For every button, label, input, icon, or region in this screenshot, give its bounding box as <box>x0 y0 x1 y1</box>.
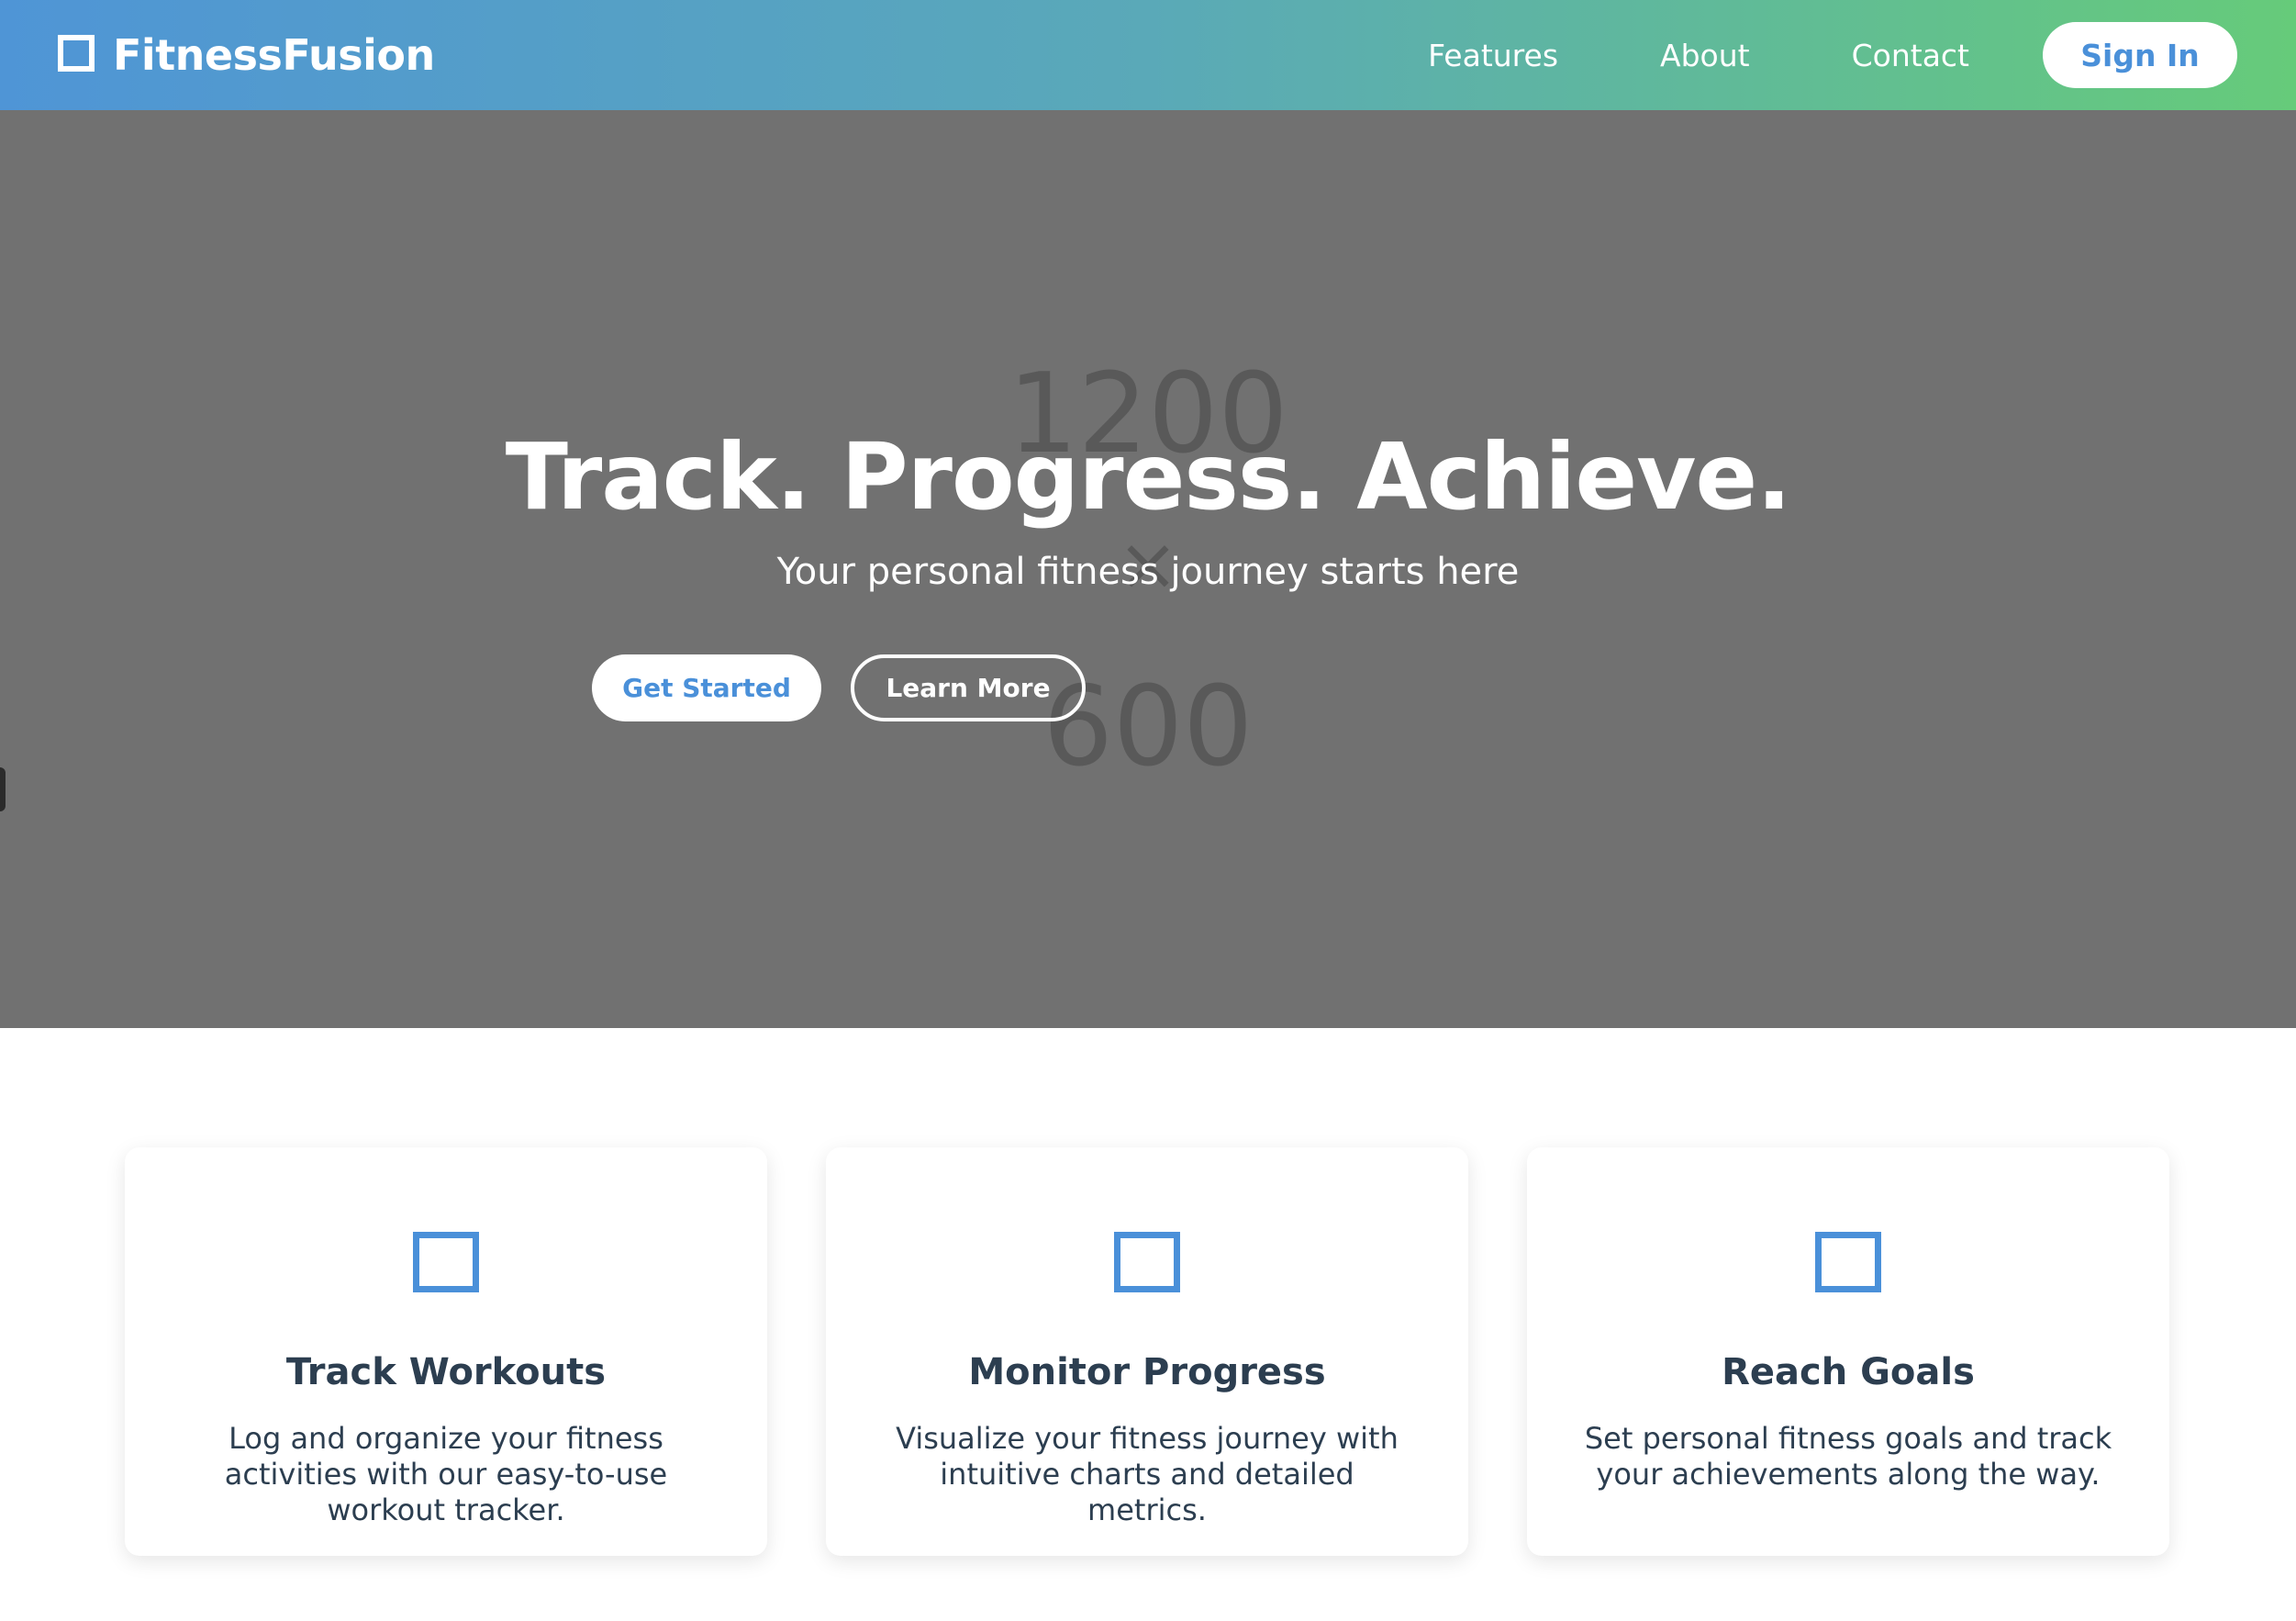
hero-section: 1200 × 600 Track. Progress. Achieve. You… <box>0 110 2296 1028</box>
square-outline-icon <box>58 35 95 72</box>
sign-in-button[interactable]: Sign In <box>2043 22 2237 88</box>
feature-title: Monitor Progress <box>968 1351 1326 1393</box>
feature-description: Set personal fitness goals and track you… <box>1584 1421 2112 1492</box>
nav-link-contact[interactable]: Contact <box>1852 38 1969 73</box>
feature-card-track-workouts: Track Workouts Log and organize your fit… <box>125 1147 767 1556</box>
feature-description: Visualize your fitness journey with intu… <box>896 1421 1399 1528</box>
placeholder-height-text: 600 <box>1042 664 1254 791</box>
hero-cta-group: Get Started Learn More <box>592 654 1086 721</box>
brand-name: FitnessFusion <box>113 30 435 80</box>
navbar: FitnessFusion Features About Contact Sig… <box>0 0 2296 110</box>
square-outline-icon <box>1815 1232 1881 1292</box>
hero-subtitle: Your personal fitness journey starts her… <box>776 551 1520 593</box>
square-outline-icon <box>1114 1232 1180 1292</box>
learn-more-button[interactable]: Learn More <box>851 654 1086 721</box>
main-nav: Features About Contact Sign In <box>1428 22 2237 88</box>
feature-title: Track Workouts <box>285 1351 607 1393</box>
brand-logo[interactable]: FitnessFusion <box>58 30 435 80</box>
features-section: Track Workouts Log and organize your fit… <box>0 1028 2296 1621</box>
nav-link-features[interactable]: Features <box>1428 38 1558 73</box>
feature-card-reach-goals: Reach Goals Set personal fitness goals a… <box>1527 1147 2169 1556</box>
feature-description: Log and organize your fitness activities… <box>224 1421 668 1528</box>
get-started-button[interactable]: Get Started <box>592 654 821 721</box>
feature-title: Reach Goals <box>1722 1351 1975 1393</box>
nav-link-about[interactable]: About <box>1660 38 1750 73</box>
hero-title: Track. Progress. Achieve. <box>505 423 1791 531</box>
side-tab-handle[interactable] <box>0 767 6 811</box>
square-outline-icon <box>413 1232 479 1292</box>
feature-card-monitor-progress: Monitor Progress Visualize your fitness … <box>826 1147 1468 1556</box>
